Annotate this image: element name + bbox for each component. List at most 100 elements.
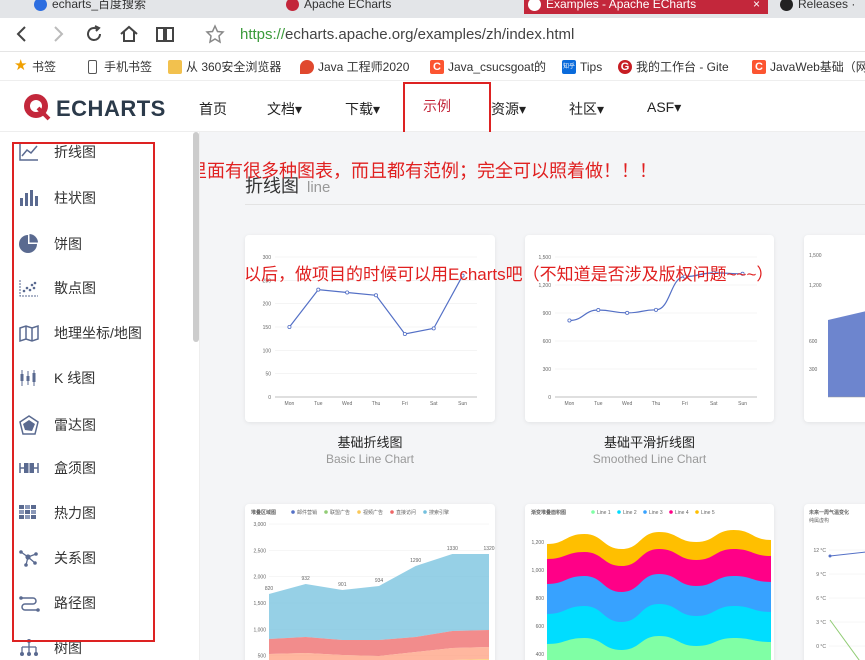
axis-tick: 2,000: [253, 575, 266, 581]
echarts-logo-icon: [24, 94, 51, 121]
axis-tick: Sat: [430, 401, 438, 407]
example-card-area[interactable]: 1,500 1,200 600 300: [804, 235, 865, 422]
forward-button[interactable]: [46, 22, 70, 46]
bookmark-item[interactable]: ★ 书签: [14, 57, 57, 75]
nav-home[interactable]: 首页: [199, 99, 227, 119]
bookmark-label: 手机书签: [104, 60, 153, 74]
example-card-gradient-area[interactable]: 渐变堆叠面积图 Line 1 Line 2 Line 3 Line 4 Line 5 400…: [525, 504, 774, 660]
legend-label: 搜索引擎: [429, 509, 449, 516]
folder-icon: [168, 60, 182, 74]
card-subtitle: Basic Line Chart: [325, 452, 415, 466]
forward-arrow-icon: [54, 26, 64, 42]
axis-tick: 500: [258, 654, 267, 660]
example-card-stacked-area[interactable]: 堆叠区域图 邮件营销 联盟广告 视频广告 直接访问 搜索引擎 500 1,000 1,500 2,…: [245, 504, 495, 660]
thumbnail-title: 未来一周气温变化: [808, 509, 849, 516]
legend-marker: [669, 510, 673, 514]
bookmark-item[interactable]: Java 工程师2020: [300, 59, 418, 75]
axis-tick: 1,500: [253, 601, 266, 607]
bookmark-item[interactable]: C JavaWeb基础（网: [752, 59, 865, 75]
data-point: [287, 325, 292, 330]
axis-tick: Wed: [622, 401, 632, 407]
axis-tick: Fri: [402, 401, 408, 407]
reload-button[interactable]: [82, 22, 106, 46]
nav-asf[interactable]: ASF▾: [647, 99, 681, 116]
star-icon: ★: [14, 57, 28, 74]
browser-toolbar: https://echarts.apache.org/examples/zh/i…: [0, 18, 865, 52]
axis-tick: 1,200: [809, 283, 822, 289]
bookmark-item[interactable]: 手机书签: [86, 59, 152, 75]
thumbnail-title: 渐变堆叠面积图: [531, 509, 566, 516]
chevron-down-icon: ▾: [519, 101, 527, 117]
url-protocol: https://: [240, 26, 286, 43]
axis-tick: 600: [536, 624, 545, 630]
zhihu-icon: 知乎: [562, 60, 576, 74]
data-point: [828, 554, 832, 558]
card-title: 基础平滑折线图: [603, 435, 695, 450]
thumbnail-title: 堆叠区域图: [251, 509, 276, 516]
browser-tab-apache[interactable]: Apache ECharts: [282, 0, 518, 14]
area-layer: [269, 554, 489, 640]
bookmarks-bar: ★ 书签 手机书签 从 360安全浏览器 Java 工程师2020 C Java_c…: [0, 53, 865, 81]
browser-tab-examples[interactable]: Examples - Apache ECharts ×: [524, 0, 768, 14]
data-label: 932: [301, 576, 310, 582]
github-icon: [780, 0, 793, 11]
nav-resources[interactable]: 资源▾: [491, 99, 526, 119]
browser-tab-releases[interactable]: Releases ·: [776, 0, 865, 14]
example-card-temperature[interactable]: 未来一周气温变化 纯属虚构 12 °C 9 °C 6 °C 3 °C 0 °C: [804, 504, 865, 660]
address-bar[interactable]: https://echarts.apache.org/examples/zh/i…: [240, 24, 860, 46]
examples-main: 折线图 line 0 50 100 150 200 250 300 Mon Tue Wed Thu Fr…: [200, 132, 865, 660]
browser-tab-title: echarts_百度搜索: [52, 0, 147, 11]
thumbnail-subtitle: 纯属虚构: [809, 517, 829, 524]
nav-label: 资源: [491, 101, 519, 117]
home-button[interactable]: [117, 22, 141, 46]
gradient-area-thumbnail: 渐变堆叠面积图 Line 1 Line 2 Line 3 Line 4 Line 5 400…: [531, 509, 771, 660]
axis-tick: 1,000: [253, 627, 266, 633]
bookmark-item[interactable]: G 我的工作台 - Gite: [618, 59, 740, 75]
legend-marker: [357, 510, 361, 514]
bookmark-label: JavaWeb基础（网: [770, 60, 865, 74]
stacked-area-thumbnail: 堆叠区域图 邮件营销 联盟广告 视频广告 直接访问 搜索引擎 500 1,000 1,500 2,…: [251, 509, 495, 660]
paw-icon: [34, 0, 47, 11]
browser-tab-bar: echarts_百度搜索 Apache ECharts Examples - A…: [0, 0, 865, 18]
url-text: echarts.apache.org/examples/zh/index.htm…: [285, 26, 575, 43]
legend-label: 邮件营销: [297, 509, 317, 516]
axis-tick: 1,000: [531, 568, 544, 574]
chevron-down-icon: ▾: [597, 101, 605, 117]
sidebar-scrollbar[interactable]: [193, 132, 199, 342]
nav-docs[interactable]: 文档▾: [267, 99, 302, 119]
bookmark-item[interactable]: C Java_csucsgoat的: [430, 59, 552, 75]
legend-marker: [591, 510, 595, 514]
back-button[interactable]: [10, 22, 34, 46]
bookmark-item[interactable]: 从 360安全浏览器: [168, 59, 304, 75]
axis-tick: 0 °C: [816, 644, 826, 650]
legend-marker: [695, 510, 699, 514]
data-point: [373, 293, 378, 298]
annotation-top: 里面有很多种图表，而且都有范例；完全可以照着做！！！: [200, 161, 657, 181]
close-icon[interactable]: ×: [753, 0, 760, 14]
nav-download[interactable]: 下载▾: [345, 99, 380, 119]
nav-label: 文档: [267, 101, 295, 117]
axis-tick: 150: [263, 325, 272, 331]
browser-tab-baidu[interactable]: echarts_百度搜索: [30, 0, 278, 14]
axis-tick: Tue: [314, 401, 323, 407]
bookmark-star-button[interactable]: [203, 22, 227, 46]
bookmark-label: 书签: [32, 60, 57, 74]
legend-marker: [291, 510, 295, 514]
axis-tick: Mon: [285, 401, 295, 407]
nav-community[interactable]: 社区▾: [569, 99, 604, 119]
axis-tick: 3 °C: [816, 620, 826, 626]
axis-tick: 400: [536, 652, 545, 658]
data-point: [567, 318, 572, 323]
legend-label: Line 4: [675, 510, 689, 516]
legend-marker: [390, 510, 394, 514]
bookmark-item[interactable]: 知乎 Tips: [562, 59, 602, 75]
axis-tick: 6 °C: [816, 596, 826, 602]
data-label: 820: [265, 586, 274, 592]
data-label: 934: [375, 578, 384, 584]
data-label: 901: [338, 582, 347, 588]
area-band: [547, 636, 771, 660]
data-point: [653, 307, 658, 312]
legend-marker: [617, 510, 621, 514]
axis-tick: 2,500: [253, 548, 266, 554]
reader-button[interactable]: [153, 22, 177, 46]
